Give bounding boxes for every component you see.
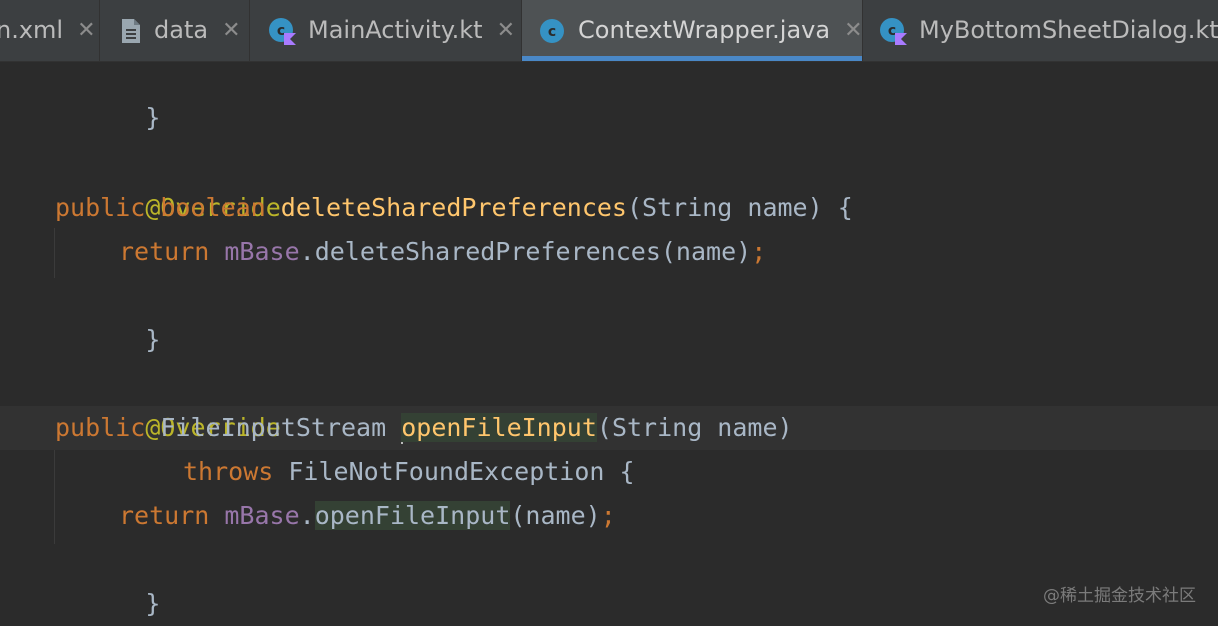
ide-editor-window: n.xml ✕ data ✕ c MainActivity.kt ✕ c Con…	[0, 0, 1218, 626]
editor-tab-bar: n.xml ✕ data ✕ c MainActivity.kt ✕ c Con…	[0, 0, 1218, 62]
identifier-usage-highlight: openFileInput	[401, 413, 597, 442]
close-icon[interactable]: ✕	[844, 0, 862, 61]
watermark: @稀土掘金技术社区	[1043, 586, 1196, 606]
tab-label: data	[154, 16, 209, 44]
tab-mybottomsheetdialog-kt[interactable]: c MyBottomSheetDialog.kt	[863, 0, 1218, 61]
svg-text:c: c	[277, 23, 285, 39]
code-line-override-annotation: @Override	[145, 413, 281, 442]
code-line-closing-brace: }	[145, 589, 161, 618]
code-line-return-statement: return mBase.deleteSharedPreferences(nam…	[119, 237, 767, 266]
tab-label: n.xml	[0, 16, 64, 44]
code-line-return-statement: return mBase.openFileInput(name);	[119, 501, 616, 530]
code-line-closing-brace: }	[145, 325, 161, 354]
identifier-usage-highlight: openFileInput	[314, 501, 511, 530]
code-line-method-declaration: public boolean deleteSharedPreferences(S…	[55, 193, 853, 222]
code-line-method-declaration: public FileInputStream openFileInput(Str…	[55, 413, 793, 444]
svg-text:c: c	[548, 24, 556, 40]
file-icon	[120, 18, 142, 44]
code-editor[interactable]: } @Override public boolean deleteSharedP…	[0, 62, 1218, 626]
code-line-closing-brace: }	[145, 103, 161, 132]
tab-label: MyBottomSheetDialog.kt	[919, 16, 1218, 44]
close-icon[interactable]: ✕	[497, 0, 515, 61]
tab-label: ContextWrapper.java	[578, 16, 831, 44]
code-line-throws-clause: throws FileNotFoundException {	[183, 457, 635, 486]
code-line-override-annotation: @Override	[145, 193, 281, 222]
tab-contextwrapper-java[interactable]: c ContextWrapper.java ✕	[522, 0, 863, 61]
active-tab-indicator	[522, 56, 862, 61]
tab-mainactivity-kt[interactable]: c MainActivity.kt ✕	[250, 0, 522, 61]
kotlin-class-icon: c	[268, 17, 296, 45]
java-class-icon: c	[538, 17, 566, 45]
kotlin-class-icon: c	[879, 17, 907, 45]
close-icon[interactable]: ✕	[222, 0, 240, 61]
tab-label: MainActivity.kt	[308, 16, 483, 44]
svg-text:c: c	[888, 23, 896, 39]
